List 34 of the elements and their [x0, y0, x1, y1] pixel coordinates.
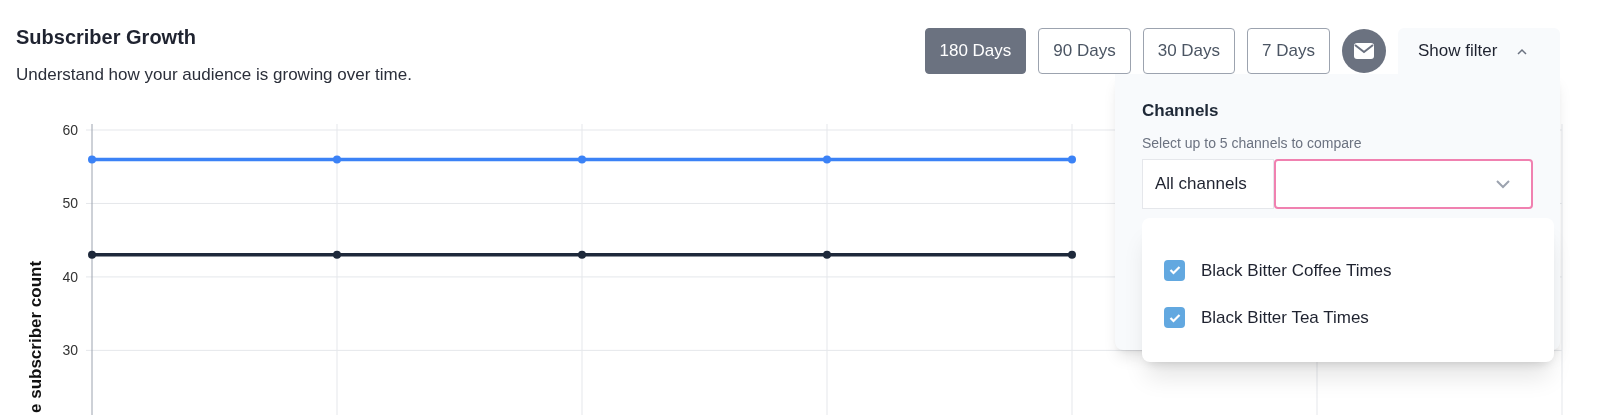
panel-title: Channels	[1142, 100, 1220, 122]
data-point	[578, 250, 586, 259]
caret-up-icon	[1517, 47, 1528, 55]
envelope-icon[interactable]	[1342, 29, 1386, 73]
checkbox[interactable]	[1164, 259, 1185, 281]
range-button[interactable]: 7 Days	[1247, 28, 1330, 74]
data-point	[88, 250, 96, 259]
show-filter-button[interactable]: Show filter	[1398, 28, 1560, 74]
chart-subtitle: Understand how your audience is growing over time.	[16, 64, 412, 86]
checkbox[interactable]	[1164, 307, 1185, 329]
panel-hint: Select up to 5 channels to compare	[1142, 133, 1363, 153]
range-button[interactable]: 180 Days	[924, 28, 1027, 74]
data-point	[1068, 155, 1076, 164]
data-point	[333, 250, 341, 259]
y-tick-label: 40	[62, 268, 78, 285]
range-button[interactable]: 30 Days	[1142, 28, 1236, 74]
y-tick-label: 30	[62, 342, 78, 359]
y-tick-label: 60	[62, 122, 78, 138]
chart-title: Subscriber Growth	[16, 25, 198, 50]
range-button[interactable]: 90 Days	[1038, 28, 1131, 74]
data-point	[823, 250, 831, 259]
y-tick-label: 50	[62, 195, 78, 212]
data-point	[333, 155, 341, 164]
check-icon	[1168, 312, 1181, 323]
check-icon	[1168, 265, 1181, 276]
data-point	[1068, 250, 1076, 259]
scope-label: All channels	[1142, 158, 1275, 209]
data-point	[88, 155, 96, 164]
y-axis-title: e subscriber count	[26, 260, 45, 413]
data-point	[823, 155, 831, 164]
data-point	[578, 155, 586, 164]
chevron-down-icon	[1495, 178, 1511, 189]
option-label[interactable]: Black Bitter Coffee Times	[1201, 257, 1392, 283]
option-label[interactable]: Black Bitter Tea Times	[1201, 305, 1369, 331]
